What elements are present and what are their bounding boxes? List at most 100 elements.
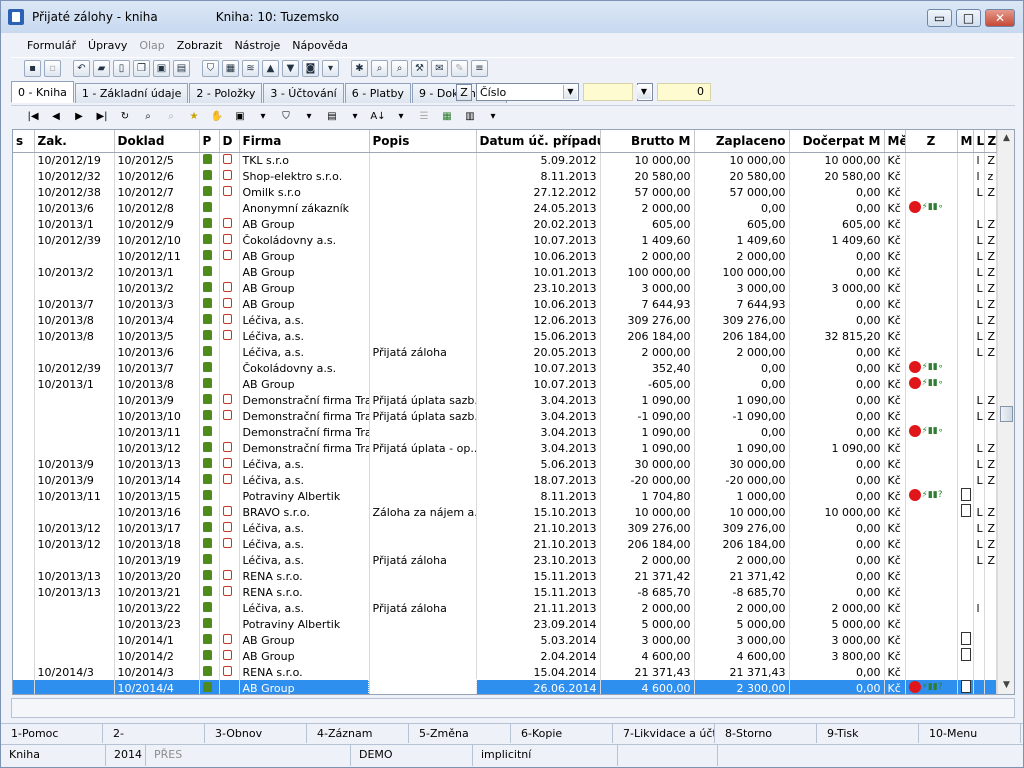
column-header[interactable]: Dočerpat M <box>789 130 885 153</box>
table-row[interactable]: 10/2013/22 Léčiva, a.s. Přijatá záloha 21.1… <box>13 600 997 616</box>
table-row[interactable]: 10/2012/39 10/2012/10 Čokoládovny a.s. 10.0… <box>13 232 997 248</box>
hand-icon[interactable]: ✋ <box>208 109 226 125</box>
binoculars-next-icon[interactable]: ⌕ <box>391 60 408 77</box>
table-row[interactable]: 10/2013/8 10/2013/4 Léčiva, a.s. 12.06.2013… <box>13 312 997 328</box>
column-header[interactable]: P <box>199 130 220 153</box>
table-row[interactable]: 10/2012/19 10/2012/5 TKL s.r.o 5.09.2012 10 … <box>13 152 997 168</box>
scroll-thumb[interactable] <box>1000 406 1013 422</box>
table-row[interactable]: 10/2012/32 10/2012/6 Shop-elektro s.r.o. 8.… <box>13 168 997 184</box>
fkey-1[interactable]: 1-Pomoc <box>1 724 103 743</box>
first-record-icon[interactable]: |◀ <box>24 109 42 125</box>
mail-icon[interactable]: ✉ <box>431 60 448 77</box>
table-row[interactable]: 10/2014/2 AB Group 2.04.2014 4 600,00 4 600,… <box>13 648 997 664</box>
filter-icon[interactable]: ⛉ <box>277 109 295 125</box>
table-row[interactable]: 10/2012/39 10/2013/7 Čokoládovny a.s. 10.07… <box>13 360 997 376</box>
column-header[interactable]: Firma <box>239 130 370 153</box>
dropdown-icon[interactable]: ▾ <box>484 109 502 125</box>
column-header[interactable]: Z <box>984 130 997 153</box>
arrow-up-icon[interactable]: ▲ <box>262 60 279 77</box>
arrow-down-icon[interactable]: ▼ <box>282 60 299 77</box>
table-row[interactable]: 10/2013/13 10/2013/21 RENA s.r.o. 15.11.201… <box>13 584 997 600</box>
binoculars-disabled-icon[interactable]: ⌕ <box>162 109 180 125</box>
new-document-icon[interactable]: ▯ <box>113 60 130 77</box>
layers-icon[interactable]: ≋ <box>242 60 259 77</box>
column-header[interactable]: Z <box>905 130 958 153</box>
save-as-icon[interactable]: ▫ <box>44 60 61 77</box>
column-header[interactable]: D <box>219 130 240 153</box>
fkey-5[interactable]: 5-Změna <box>409 724 511 743</box>
tree-icon[interactable]: ✱ <box>351 60 368 77</box>
menu-zobrazit[interactable]: Zobrazit <box>177 39 223 52</box>
vertical-scrollbar[interactable]: ▲ ▼ <box>997 130 1014 694</box>
refresh-icon[interactable]: ↻ <box>116 109 134 125</box>
table-row[interactable]: 10/2013/7 10/2013/3 AB Group 10.06.2013 7 64… <box>13 296 997 312</box>
column-header[interactable]: L <box>973 130 985 153</box>
table-row[interactable]: 10/2014/1 AB Group 5.03.2014 3 000,00 3 000,… <box>13 632 997 648</box>
excel-icon[interactable]: ▦ <box>438 109 456 125</box>
maximize-button[interactable]: □ <box>956 9 981 27</box>
table-row[interactable]: 10/2013/6 10/2012/8 Anonymní zákazník 24.05… <box>13 200 997 216</box>
z-button[interactable]: Z <box>456 83 472 101</box>
minimize-button[interactable]: ▭ <box>927 9 952 27</box>
table-row[interactable]: 10/2013/8 10/2013/5 Léčiva, a.s. 15.06.2013… <box>13 328 997 344</box>
fkey-8[interactable]: 8-Storno <box>715 724 817 743</box>
fkey-3[interactable]: 3-Obnov <box>205 724 307 743</box>
column-header[interactable]: Mě <box>884 130 906 153</box>
edit-disabled-icon[interactable]: ✎ <box>451 60 468 77</box>
menu-upravy[interactable]: Úpravy <box>88 39 127 52</box>
star-icon[interactable]: ★ <box>185 109 203 125</box>
dropdown-icon[interactable]: ▾ <box>300 109 318 125</box>
table-row[interactable]: 10/2013/9 10/2013/13 Léčiva, a.s. 5.06.2013… <box>13 456 997 472</box>
copy-icon[interactable]: ❐ <box>133 60 150 77</box>
fkey-7[interactable]: 7-Likvidace a účtová <box>613 724 715 743</box>
tools-icon[interactable]: ⚒ <box>411 60 428 77</box>
table-row[interactable]: 10/2013/2 AB Group 23.10.2013 3 000,00 3 000… <box>13 280 997 296</box>
camera-icon[interactable]: ▣ <box>231 109 249 125</box>
table-row[interactable]: 10/2013/12 10/2013/17 Léčiva, a.s. 21.10.20… <box>13 520 997 536</box>
table-row[interactable]: 10/2013/11 Demonstrační firma Tra... 3.04.… <box>13 424 997 440</box>
search-dropdown-button[interactable]: ▼ <box>637 83 653 101</box>
column-header[interactable]: s <box>13 130 35 153</box>
tab-1[interactable]: 1 - Základní údaje <box>74 83 189 103</box>
table-row[interactable]: 10/2013/19 Léčiva, a.s. Přijatá záloha 23.1… <box>13 552 997 568</box>
column-header[interactable]: Brutto M <box>600 130 695 153</box>
tab-4[interactable]: 6 - Platby <box>344 83 411 103</box>
table-row[interactable]: 10/2013/1 10/2013/8 AB Group 10.07.2013 -605… <box>13 376 997 392</box>
next-record-icon[interactable]: ▶ <box>70 109 88 125</box>
table-row[interactable]: 10/2013/9 10/2013/14 Léčiva, a.s. 18.07.201… <box>13 472 997 488</box>
table-row[interactable]: 10/2014/4 AB Group 26.06.2014 4 600,00 2 300… <box>13 679 997 694</box>
report-icon[interactable]: ▥ <box>461 109 479 125</box>
sort-field-select[interactable]: Číslo ▼ <box>476 83 579 101</box>
menu-icon[interactable]: ≡ <box>471 60 488 77</box>
dropdown-icon[interactable]: ▾ <box>322 60 339 77</box>
print-icon[interactable]: ▦ <box>222 60 239 77</box>
fkey-2[interactable]: 2- <box>103 724 205 743</box>
fkey-6[interactable]: 6-Kopie <box>511 724 613 743</box>
book-icon[interactable]: ▤ <box>173 60 190 77</box>
table-row[interactable]: 10/2014/3 10/2014/3 RENA s.r.o. 15.04.2014 2… <box>13 664 997 680</box>
column-header[interactable]: M <box>957 130 974 153</box>
last-record-icon[interactable]: ▶| <box>93 109 111 125</box>
list-icon[interactable]: ☰ <box>415 109 433 125</box>
column-header[interactable]: Zaplaceno <box>694 130 790 153</box>
table-row[interactable]: 10/2012/38 10/2012/7 Omilk s.r.o 27.12.2012… <box>13 184 997 200</box>
table-row[interactable]: 10/2013/1 10/2012/9 AB Group 20.02.2013 605,… <box>13 216 997 232</box>
table-row[interactable]: 10/2013/6 Léčiva, a.s. Přijatá záloha 20.05… <box>13 344 997 360</box>
dropdown-icon[interactable]: ▾ <box>346 109 364 125</box>
dropdown-icon[interactable]: ▾ <box>392 109 410 125</box>
tab-2[interactable]: 2 - Položky <box>189 83 263 103</box>
column-header[interactable]: Doklad <box>114 130 200 153</box>
table-row[interactable]: 10/2013/9 Demonstrační firma Tra... Přijat… <box>13 392 997 408</box>
scroll-down-icon[interactable]: ▼ <box>998 677 1014 694</box>
menu-nastroje[interactable]: Nástroje <box>234 39 280 52</box>
binoculars-icon[interactable]: ⌕ <box>371 60 388 77</box>
menu-napoveda[interactable]: Nápověda <box>292 39 348 52</box>
save-icon[interactable]: ▪ <box>24 60 41 77</box>
table-row[interactable]: 10/2013/13 10/2013/20 RENA s.r.o. 15.11.201… <box>13 568 997 584</box>
columns-icon[interactable]: ▤ <box>323 109 341 125</box>
previous-record-icon[interactable]: ◀ <box>47 109 65 125</box>
tab-3[interactable]: 3 - Účtování <box>263 83 344 103</box>
fkey-4[interactable]: 4-Záznam <box>307 724 409 743</box>
close-button[interactable]: ✕ <box>985 9 1015 27</box>
table-row[interactable]: 10/2013/10 Demonstrační firma Tra... Přija… <box>13 408 997 424</box>
